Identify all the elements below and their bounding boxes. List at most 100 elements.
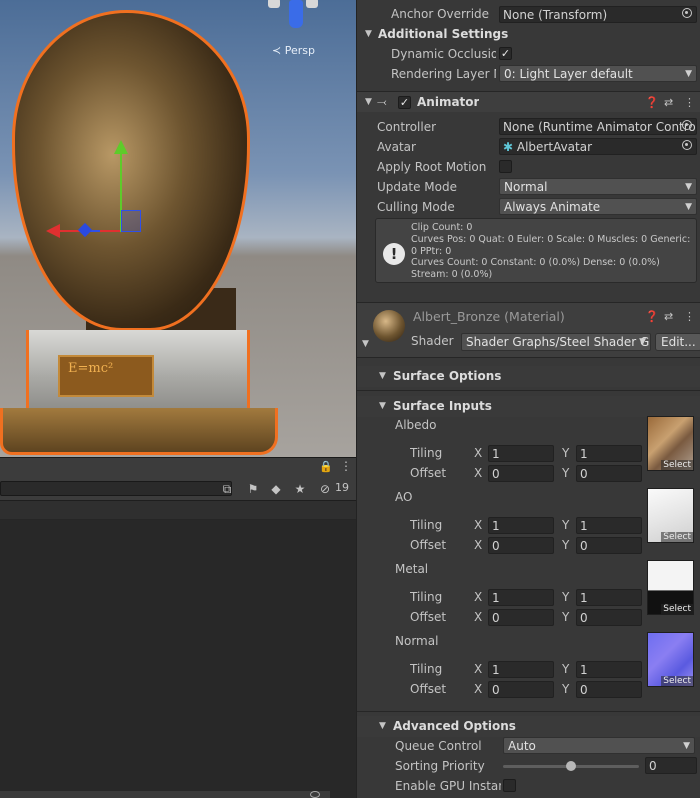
list-item[interactable]: [0, 501, 356, 520]
search-input[interactable]: [0, 481, 232, 496]
apply-root-motion-row: Apply Root Motion: [357, 157, 700, 177]
foldout-expanded-icon[interactable]: ▼: [365, 92, 372, 113]
foldout-expanded-icon[interactable]: ▼: [362, 339, 369, 349]
avatar-figure-icon: ✱: [503, 140, 514, 154]
select-texture-button[interactable]: Select: [661, 604, 693, 614]
culling-mode-label: Culling Mode: [377, 200, 455, 214]
offset-y-input[interactable]: 0: [576, 609, 642, 626]
texture-slot-normal: Normal Tiling X 1 Y 1 Offset X 0 Y 0 Sel…: [357, 632, 700, 704]
edit-shader-button[interactable]: Edit...: [655, 333, 700, 351]
scroll-target-icon[interactable]: [310, 791, 320, 798]
favorite-star-icon[interactable]: ★: [291, 480, 309, 498]
metal-texture-thumbnail[interactable]: Select: [647, 560, 694, 615]
component-menu-icon[interactable]: ⋮: [684, 92, 695, 113]
controller-field[interactable]: None (Runtime Animator Contro: [499, 118, 697, 135]
move-gizmo-x-arrow-icon[interactable]: [46, 224, 60, 238]
offset-x-input[interactable]: 0: [488, 537, 554, 554]
sorting-priority-input[interactable]: 0: [645, 757, 697, 774]
camera-projection-label[interactable]: ≺ Persp: [272, 44, 315, 57]
dynamic-occlusion-checkbox[interactable]: ✓: [499, 47, 512, 60]
apply-root-motion-checkbox[interactable]: [499, 160, 512, 173]
einstein-bust-model[interactable]: [12, 10, 250, 331]
rendering-layer-dropdown[interactable]: 0: Light Layer default ▼: [499, 65, 697, 82]
surface-inputs-foldout[interactable]: ▼ Surface Inputs: [357, 396, 700, 417]
hidden-eye-icon[interactable]: ⊘: [316, 480, 334, 498]
chevron-down-icon: ▼: [683, 741, 690, 751]
offset-y-label: Y: [562, 538, 570, 552]
tiling-y-input[interactable]: 1: [576, 445, 642, 462]
component-menu-icon[interactable]: ⋮: [684, 310, 695, 323]
animator-component-header[interactable]: ▼ ⤙ ✓ Animator ❓ ⇄ ⋮: [357, 91, 700, 112]
avatar-field[interactable]: ✱ AlbertAvatar: [499, 138, 697, 155]
move-gizmo-plane-handle[interactable]: [121, 210, 141, 232]
tiling-y-input[interactable]: 1: [576, 589, 642, 606]
info-line: Curves Pos: 0 Quat: 0 Euler: 0 Scale: 0 …: [411, 234, 691, 245]
animator-icon: ⤙: [377, 95, 387, 109]
bronze-base[interactable]: [0, 408, 278, 455]
gizmo-z-cone-icon[interactable]: [289, 0, 303, 28]
surface-options-foldout[interactable]: ▼ Surface Options: [357, 366, 700, 387]
offset-y-input[interactable]: 0: [576, 681, 642, 698]
presets-icon[interactable]: ⇄: [664, 310, 673, 323]
material-title: Albert_Bronze (Material): [413, 309, 565, 324]
help-icon[interactable]: ❓: [645, 310, 659, 323]
move-gizmo-y-arrow-icon[interactable]: [114, 140, 128, 154]
lock-icon[interactable]: 🔒: [319, 460, 333, 473]
foldout-expanded-icon: ▼: [379, 401, 386, 411]
anchor-override-label: Anchor Override: [391, 7, 490, 21]
select-texture-button[interactable]: Select: [661, 460, 693, 470]
scrollbar[interactable]: [0, 791, 330, 798]
select-texture-button[interactable]: Select: [661, 532, 693, 542]
scene-visibility-icon[interactable]: ⧉: [218, 480, 236, 498]
texture-name: Metal: [395, 562, 429, 576]
scene-orientation-gizmo[interactable]: [262, 0, 332, 36]
help-icon[interactable]: ❓: [645, 92, 659, 113]
offset-x-input[interactable]: 0: [488, 609, 554, 626]
info-line: Clip Count: 0: [411, 222, 473, 233]
albedo-texture-thumbnail[interactable]: Select: [647, 416, 694, 471]
offset-y-label: Y: [562, 610, 570, 624]
sorting-priority-slider-handle[interactable]: [566, 761, 576, 771]
anchor-override-field[interactable]: None (Transform): [499, 6, 697, 23]
update-mode-label: Update Mode: [377, 180, 457, 194]
offset-x-input[interactable]: 0: [488, 681, 554, 698]
offset-y-input[interactable]: 0: [576, 537, 642, 554]
update-mode-row: Update Mode Normal ▼: [357, 177, 700, 197]
gizmo-x-cone-icon[interactable]: [268, 0, 280, 8]
presets-icon[interactable]: ⇄: [664, 92, 673, 113]
tiling-x-input[interactable]: 1: [488, 589, 554, 606]
shader-dropdown[interactable]: Shader Graphs/Steel Shader G ▼: [461, 333, 651, 351]
tiling-x-input[interactable]: 1: [488, 517, 554, 534]
select-texture-button[interactable]: Select: [661, 676, 693, 686]
tiling-x-input[interactable]: 1: [488, 445, 554, 462]
object-picker-icon[interactable]: [682, 140, 692, 150]
controller-label: Controller: [377, 120, 437, 134]
object-picker-icon[interactable]: [682, 8, 692, 18]
tiling-label: Tiling: [410, 662, 443, 676]
tiling-x-input[interactable]: 1: [488, 661, 554, 678]
gizmo-y-cone-icon[interactable]: [306, 0, 318, 8]
gpu-instancing-checkbox[interactable]: [503, 779, 516, 792]
ao-texture-thumbnail[interactable]: Select: [647, 488, 694, 543]
filter-type-icon[interactable]: ⚑: [244, 480, 262, 498]
offset-x-input[interactable]: 0: [488, 465, 554, 482]
tiling-y-input[interactable]: 1: [576, 517, 642, 534]
offset-y-label: Y: [562, 466, 570, 480]
label-filter-icon[interactable]: ◆: [267, 480, 285, 498]
offset-y-input[interactable]: 0: [576, 465, 642, 482]
object-picker-icon[interactable]: [682, 120, 692, 130]
info-line: Curves Count: 0 Constant: 0 (0.0%) Dense…: [411, 257, 660, 268]
info-line: Stream: 0 (0.0%): [411, 269, 493, 280]
more-options-icon[interactable]: ⋮: [340, 459, 352, 473]
update-mode-dropdown[interactable]: Normal ▼: [499, 178, 697, 195]
normal-texture-thumbnail[interactable]: Select: [647, 632, 694, 687]
scene-view[interactable]: ≺ Persp E=mc²: [0, 0, 356, 457]
queue-control-dropdown[interactable]: Auto ▼: [503, 737, 695, 754]
additional-settings-foldout[interactable]: ▼ Additional Settings: [357, 24, 700, 44]
culling-mode-dropdown[interactable]: Always Animate ▼: [499, 198, 697, 215]
animator-enabled-checkbox[interactable]: ✓: [398, 96, 411, 109]
foldout-expanded-icon: ▼: [379, 721, 386, 731]
material-header[interactable]: ▼ Albert_Bronze (Material) ❓ ⇄ ⋮ Shader …: [357, 303, 700, 357]
tiling-y-input[interactable]: 1: [576, 661, 642, 678]
advanced-options-foldout[interactable]: ▼ Advanced Options: [357, 716, 700, 737]
